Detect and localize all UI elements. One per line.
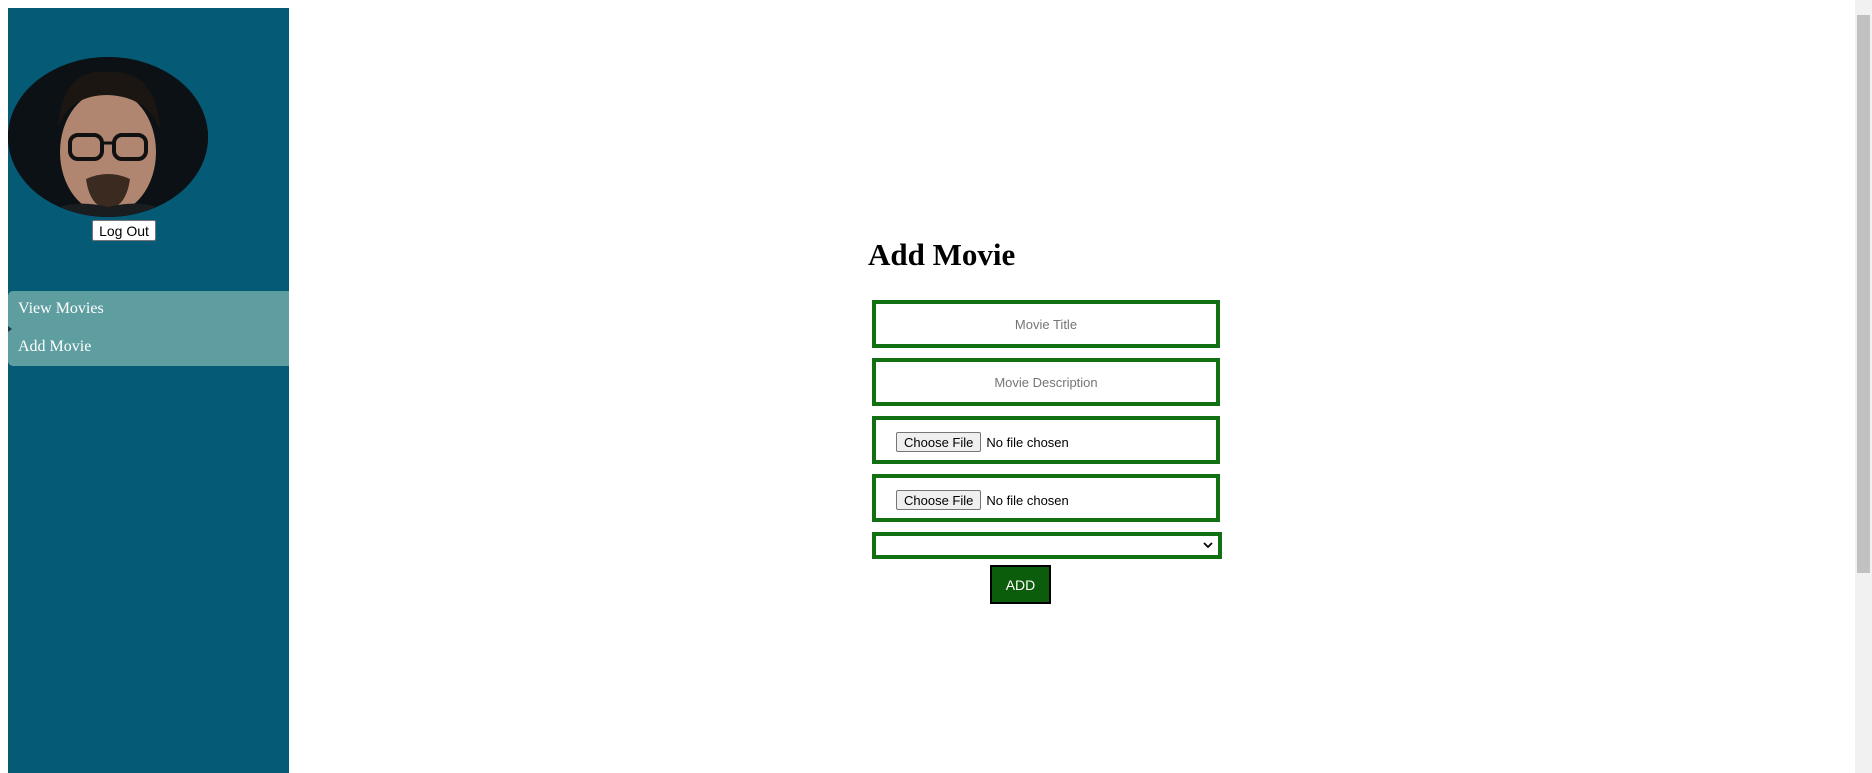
movie-description-input[interactable] — [876, 362, 1216, 402]
file-status-1: No file chosen — [986, 434, 1069, 450]
avatar-image — [8, 57, 208, 217]
chevron-down-icon — [1203, 542, 1213, 549]
sidebar-nav: View Movies Add Movie — [8, 291, 289, 366]
file-input-2: Choose File No file chosen — [896, 490, 1069, 510]
sidebar-item-add-movie[interactable]: Add Movie — [18, 338, 91, 356]
avatar — [8, 57, 208, 217]
file-upload-field-1: Choose File No file chosen — [872, 416, 1220, 464]
file-upload-field-2: Choose File No file chosen — [872, 474, 1220, 522]
vertical-scrollbar[interactable] — [1855, 0, 1872, 773]
nav-marker-icon — [8, 326, 12, 332]
sidebar-item-view-movies[interactable]: View Movies — [18, 300, 104, 318]
category-select[interactable] — [872, 532, 1222, 559]
add-button[interactable]: ADD — [990, 565, 1051, 604]
file-input-1: Choose File No file chosen — [896, 432, 1069, 452]
page-title: Add Movie — [868, 237, 1016, 272]
choose-file-button-1[interactable]: Choose File — [896, 432, 982, 452]
movie-title-field — [872, 300, 1220, 348]
movie-title-input[interactable] — [876, 304, 1216, 344]
file-status-2: No file chosen — [986, 492, 1069, 508]
logout-button[interactable]: Log Out — [92, 220, 156, 241]
movie-description-field — [872, 358, 1220, 406]
sidebar: Log Out View Movies Add Movie — [8, 8, 289, 773]
scrollbar-thumb[interactable] — [1857, 15, 1870, 573]
choose-file-button-2[interactable]: Choose File — [896, 490, 982, 510]
